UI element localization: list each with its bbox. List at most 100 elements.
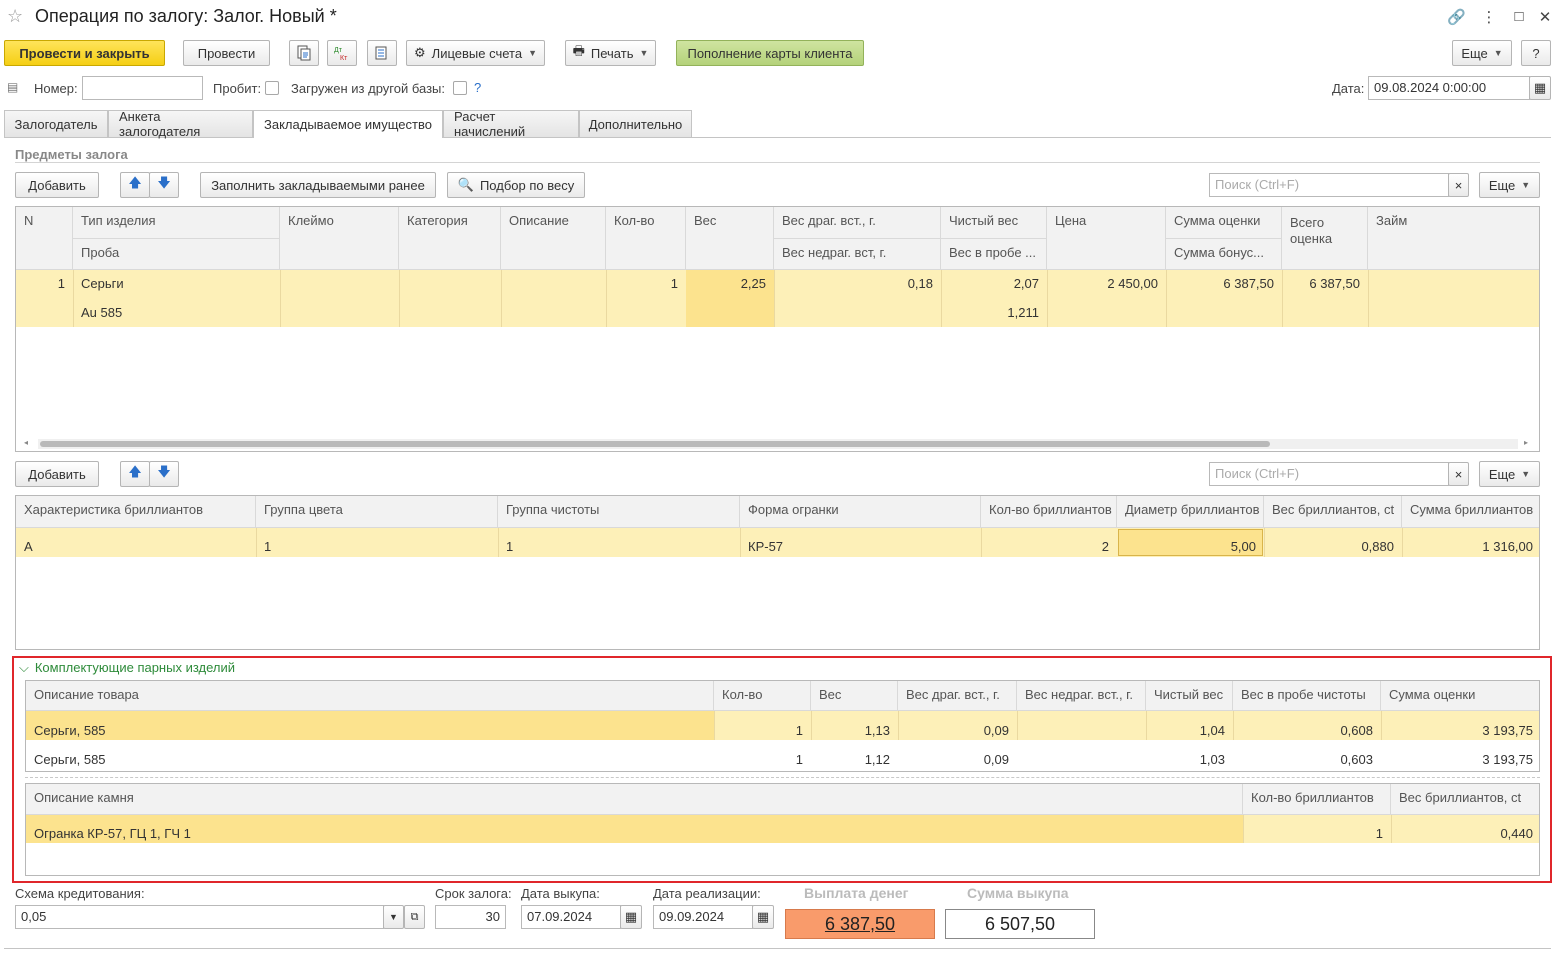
cell-precious[interactable]: 0,09: [898, 746, 1017, 771]
debit-credit-icon[interactable]: Дт Кт: [327, 40, 357, 66]
cell-precious-ins[interactable]: 0,18: [774, 270, 941, 297]
maximize-icon[interactable]: □: [1510, 8, 1528, 25]
cell-diamond-diameter[interactable]: 5,00: [1117, 533, 1264, 560]
col-net[interactable]: Чистый вес: [1146, 681, 1233, 711]
col-characteristic[interactable]: Характеристика бриллиантов: [16, 496, 256, 528]
col-qty[interactable]: Кол-во: [606, 207, 686, 270]
tab-pledger[interactable]: Залогодатель: [4, 110, 108, 137]
cell-appraisal[interactable]: 3 193,75: [1381, 717, 1539, 744]
col-stone-count[interactable]: Кол-во бриллиантов: [1243, 784, 1391, 815]
post-and-close-button[interactable]: Провести и закрыть: [4, 40, 165, 66]
cell-item-description[interactable]: Серьги, 585: [26, 746, 714, 771]
tab-pledger-profile[interactable]: Анкета залогодателя: [108, 109, 253, 139]
cell-precious[interactable]: 0,09: [898, 717, 1017, 744]
move-down-icon[interactable]: 🡇: [149, 172, 179, 198]
cell-appraisal[interactable]: 3 193,75: [1381, 746, 1539, 771]
probit-checkbox[interactable]: [265, 81, 279, 95]
col-stone-description[interactable]: Описание камня: [26, 784, 1243, 815]
loaded-help-link[interactable]: ?: [474, 80, 481, 95]
tab-pledged-property[interactable]: Закладываемое имущество: [253, 110, 443, 138]
col-diamond-diameter[interactable]: Диаметр бриллиантов: [1117, 496, 1264, 528]
tab-additional[interactable]: Дополнительно: [579, 110, 692, 137]
cell-stone-count[interactable]: 1: [1243, 820, 1391, 847]
col-diamond-sum[interactable]: Сумма бриллиантов: [1402, 496, 1539, 528]
col-clarity-group[interactable]: Группа чистоты: [498, 496, 740, 528]
col-weight[interactable]: Вес: [811, 681, 898, 711]
cell-total-appraisal[interactable]: 6 387,50: [1282, 270, 1368, 297]
move-down-icon[interactable]: 🡇: [149, 461, 179, 487]
col-qty[interactable]: Кол-во: [714, 681, 811, 711]
cell-diamond-sum[interactable]: 1 316,00: [1402, 533, 1539, 560]
cell-n[interactable]: 1: [16, 270, 73, 297]
col-loan[interactable]: Займ: [1368, 207, 1539, 270]
col-weight-probe[interactable]: Вес в пробе ...: [941, 239, 1047, 270]
cell-weight[interactable]: 1,13: [811, 717, 898, 744]
related-documents-icon[interactable]: [367, 40, 397, 66]
col-stone-weight[interactable]: Вес бриллиантов, ct: [1391, 784, 1539, 815]
cell-weight[interactable]: 1,12: [811, 746, 898, 771]
col-weight[interactable]: Вес: [686, 207, 774, 270]
document-structure-icon[interactable]: [289, 40, 319, 66]
topup-card-button[interactable]: Пополнение карты клиента: [676, 40, 864, 66]
cell-characteristic[interactable]: А: [16, 533, 256, 560]
items-table[interactable]: N Тип изделия Проба Клеймо Категория Опи…: [15, 206, 1540, 452]
cell-weight-probe[interactable]: 1,211: [941, 299, 1047, 326]
scheme-input[interactable]: 0,05: [15, 905, 384, 929]
col-diamond-count[interactable]: Кол-во бриллиантов: [981, 496, 1117, 528]
cell-stone-description[interactable]: Огранка КР-57, ГЦ 1, ГЧ 1: [26, 820, 1243, 847]
term-input[interactable]: 30: [435, 905, 506, 929]
loaded-checkbox[interactable]: [453, 81, 467, 95]
cell-probe[interactable]: Au 585: [73, 299, 280, 326]
cell-probe-weight[interactable]: 0,603: [1233, 746, 1381, 771]
redeem-date-input[interactable]: 07.09.2024: [521, 905, 621, 929]
paired-items-table[interactable]: Описание товара Кол-во Вес Вес драг. вст…: [25, 680, 1540, 772]
cell-qty[interactable]: 1: [714, 746, 811, 771]
payout-value[interactable]: 6 387,50: [785, 909, 935, 939]
open-icon[interactable]: ⧉: [404, 905, 425, 929]
col-nonprecious[interactable]: Вес недраг. вст., г.: [1017, 681, 1146, 711]
cell-cut-form[interactable]: КР-57: [740, 533, 981, 560]
cell-price[interactable]: 2 450,00: [1047, 270, 1166, 297]
col-appraisal[interactable]: Сумма оценки: [1381, 681, 1539, 711]
cell-clarity-group[interactable]: 1: [498, 533, 740, 560]
col-total-appraisal[interactable]: Всего оценка: [1282, 207, 1368, 270]
close-icon[interactable]: ✕: [1536, 8, 1554, 26]
help-button[interactable]: ?: [1521, 40, 1551, 66]
accounts-button[interactable]: ⚙ Лицевые счета ▼: [406, 40, 545, 66]
col-color-group[interactable]: Группа цвета: [256, 496, 498, 528]
print-button[interactable]: 🖶 Печать ▼: [565, 40, 656, 66]
col-probe[interactable]: Проба: [73, 239, 280, 270]
cell-qty[interactable]: 1: [606, 270, 686, 297]
move-up-icon[interactable]: 🡅: [120, 172, 150, 198]
pick-by-weight-button[interactable]: 🔍 Подбор по весу: [447, 172, 585, 198]
calendar-icon[interactable]: ▦: [1529, 76, 1551, 100]
col-diamond-weight[interactable]: Вес бриллиантов, ct: [1264, 496, 1402, 528]
cell-net[interactable]: 1,04: [1146, 717, 1233, 744]
col-description[interactable]: Описание: [501, 207, 606, 270]
cell-net[interactable]: 1,03: [1146, 746, 1233, 771]
cell-appraisal[interactable]: 6 387,50: [1166, 270, 1282, 297]
col-probe-weight[interactable]: Вес в пробе чистоты: [1233, 681, 1381, 711]
col-category[interactable]: Категория: [399, 207, 501, 270]
number-input[interactable]: [82, 76, 203, 100]
col-item-description[interactable]: Описание товара: [26, 681, 714, 711]
scroll-left-icon[interactable]: ◂: [24, 438, 28, 447]
col-price[interactable]: Цена: [1047, 207, 1166, 270]
fill-previous-button[interactable]: Заполнить закладываемыми ранее: [200, 172, 436, 198]
col-type[interactable]: Тип изделия: [73, 207, 280, 239]
col-stamp[interactable]: Клеймо: [280, 207, 399, 270]
col-bonus[interactable]: Сумма бонус...: [1166, 239, 1282, 270]
items-more-button[interactable]: Еще ▼: [1479, 172, 1540, 198]
calendar-icon[interactable]: ▦: [620, 905, 642, 929]
items-search-input[interactable]: Поиск (Ctrl+F): [1209, 173, 1449, 197]
add-diamond-button[interactable]: Добавить: [15, 461, 99, 487]
diamonds-table[interactable]: Характеристика бриллиантов Группа цвета …: [15, 495, 1540, 650]
post-button[interactable]: Провести: [183, 40, 270, 66]
scrollbar-thumb[interactable]: [40, 441, 1270, 447]
paired-stones-table[interactable]: Описание камня Кол-во бриллиантов Вес бр…: [25, 783, 1540, 876]
cell-diamond-weight[interactable]: 0,880: [1264, 533, 1402, 560]
sale-date-input[interactable]: 09.09.2024: [653, 905, 753, 929]
add-item-button[interactable]: Добавить: [15, 172, 99, 198]
col-appraisal[interactable]: Сумма оценки: [1166, 207, 1282, 239]
paired-collapse-toggle[interactable]: ⌵ Комплектующие парных изделий: [19, 660, 235, 676]
